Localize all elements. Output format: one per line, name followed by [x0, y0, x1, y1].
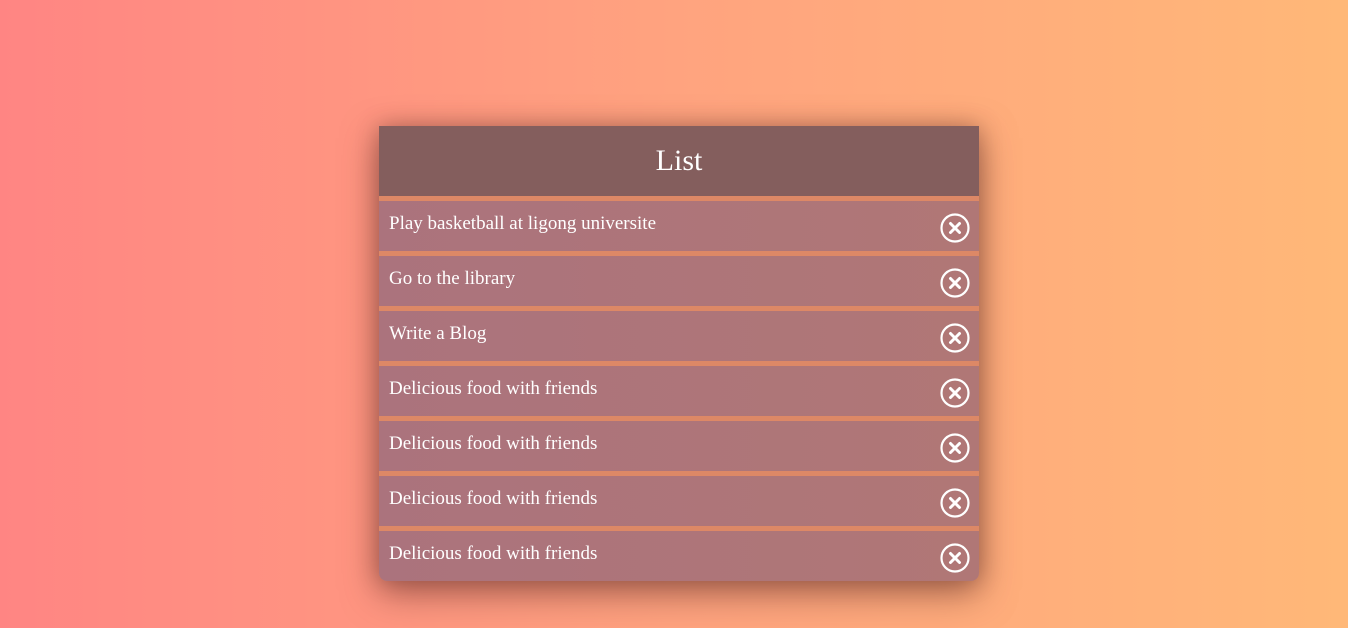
list-item-text: Write a Blog — [389, 323, 487, 344]
close-circle-icon — [940, 213, 970, 243]
list-item-text: Go to the library — [389, 268, 516, 289]
list-header: List — [379, 126, 979, 196]
close-circle-icon — [940, 488, 970, 518]
delete-item-button[interactable] — [940, 268, 970, 298]
close-circle-icon — [940, 378, 970, 408]
list-item[interactable]: Write a Blog — [379, 311, 979, 361]
list-item-text: Delicious food with friends — [389, 488, 598, 509]
todo-list-card: List Play basketball at ligong universit… — [379, 126, 979, 581]
delete-item-button[interactable] — [940, 543, 970, 573]
list-item-text: Delicious food with friends — [389, 543, 598, 564]
close-circle-icon — [940, 543, 970, 573]
delete-item-button[interactable] — [940, 488, 970, 518]
close-circle-icon — [940, 268, 970, 298]
list-item[interactable]: Delicious food with friends — [379, 531, 979, 581]
delete-item-button[interactable] — [940, 433, 970, 463]
list-item-text: Delicious food with friends — [389, 433, 598, 454]
close-circle-icon — [940, 433, 970, 463]
list-item-text: Delicious food with friends — [389, 378, 598, 399]
list-item[interactable]: Delicious food with friends — [379, 476, 979, 526]
close-circle-icon — [940, 323, 970, 353]
list-item[interactable]: Delicious food with friends — [379, 421, 979, 471]
list-item[interactable]: Delicious food with friends — [379, 366, 979, 416]
list-title: List — [655, 144, 703, 177]
delete-item-button[interactable] — [940, 213, 970, 243]
list-item[interactable]: Go to the library — [379, 256, 979, 306]
todo-list: Play basketball at ligong universite Go … — [379, 196, 979, 581]
list-item[interactable]: Play basketball at ligong universite — [379, 201, 979, 251]
delete-item-button[interactable] — [940, 323, 970, 353]
list-item-text: Play basketball at ligong universite — [389, 213, 657, 234]
delete-item-button[interactable] — [940, 378, 970, 408]
